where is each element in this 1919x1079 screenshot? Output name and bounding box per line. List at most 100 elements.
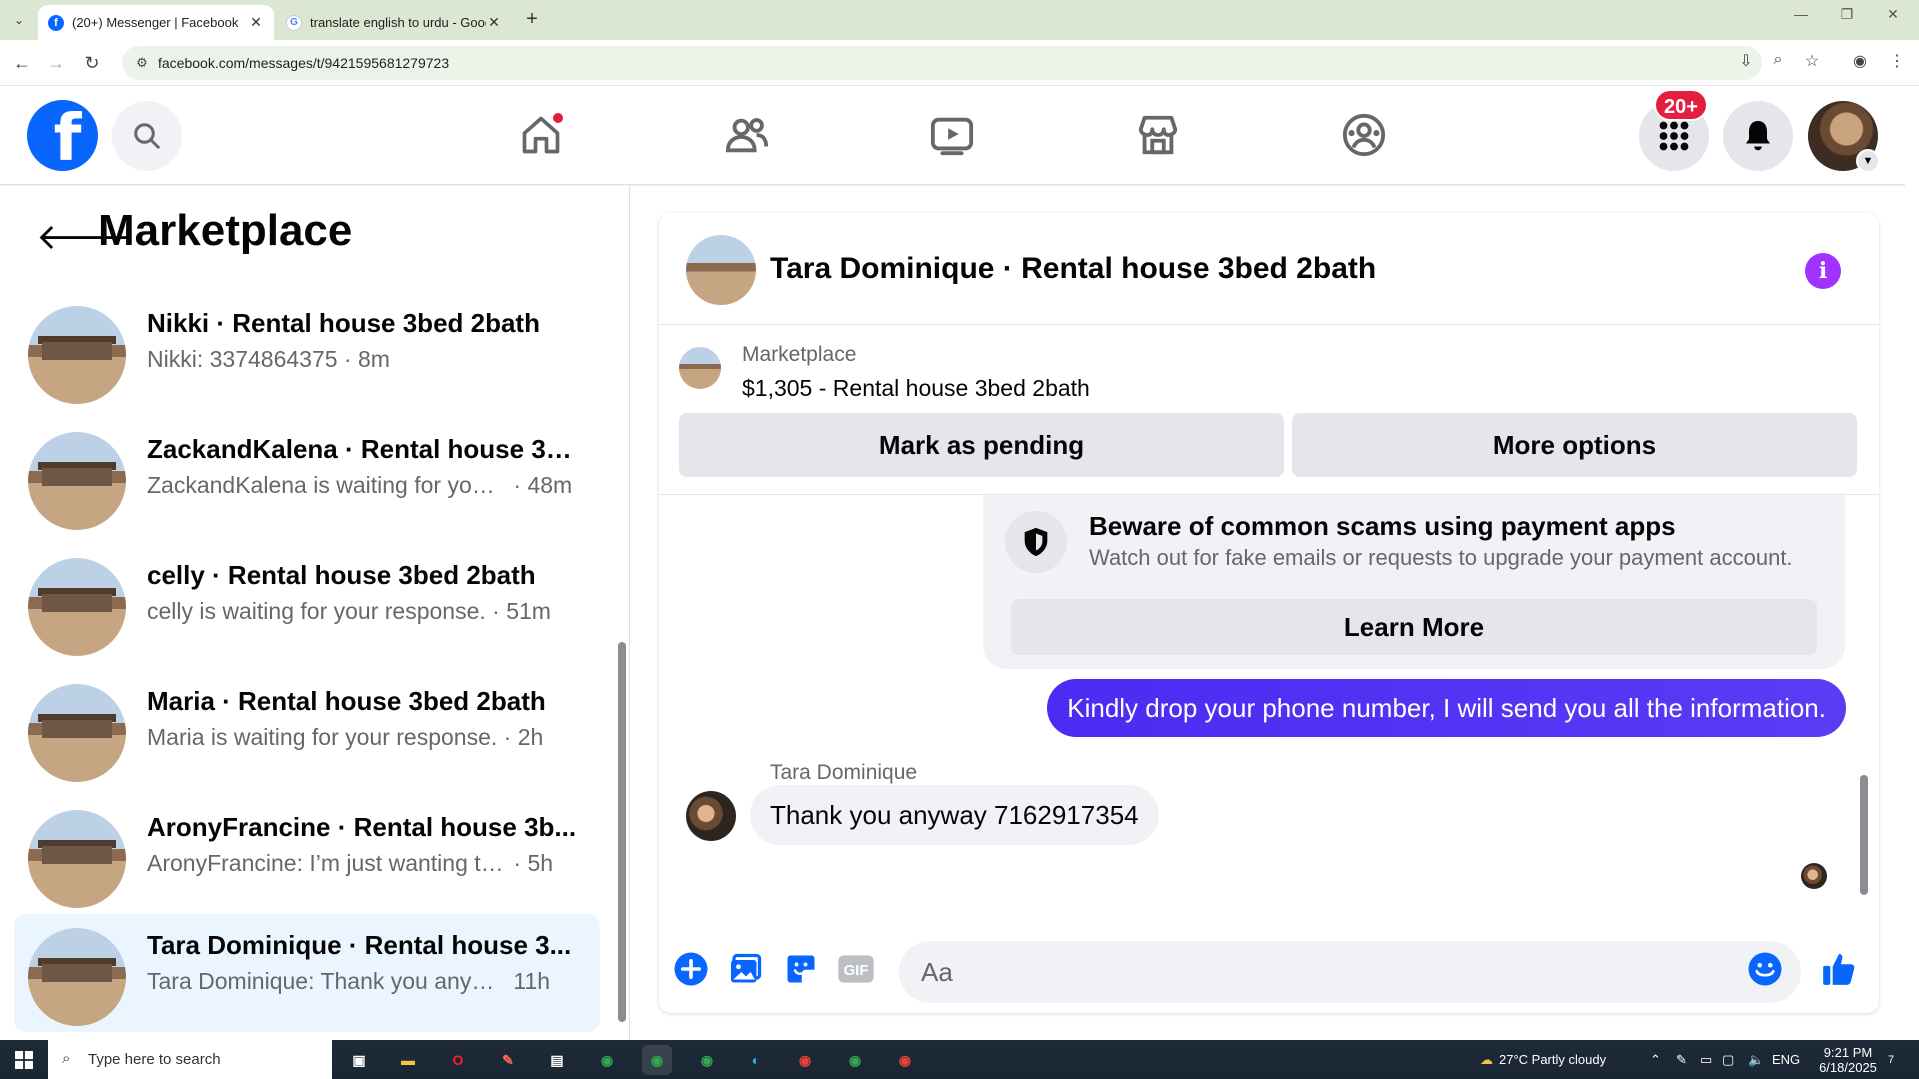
info-icon[interactable]: i: [1805, 253, 1841, 289]
windows-start-icon[interactable]: [0, 1040, 48, 1079]
sidebar-scrollbar[interactable]: [616, 256, 626, 1036]
chrome-icon[interactable]: ◉: [692, 1045, 722, 1075]
more-options-button[interactable]: More options: [1292, 413, 1857, 477]
chat-scrollbar-thumb[interactable]: [1860, 775, 1868, 895]
sidebar-title: Marketplace: [98, 206, 353, 255]
bookmark-star-icon[interactable]: ☆: [1800, 51, 1824, 71]
seen-receipt-avatar: [1801, 863, 1827, 889]
conversation-preview: Maria is waiting for your response. · 2h: [147, 724, 543, 751]
browser-tab-translate[interactable]: G translate english to urdu - Goog ✕: [276, 5, 512, 40]
conversation-item[interactable]: ZackandKalena · Rental house 3b... Zacka…: [14, 418, 600, 536]
sticker-icon[interactable]: [781, 949, 821, 989]
reload-icon[interactable]: ↻: [80, 51, 104, 75]
sidebar-scrollbar-thumb[interactable]: [618, 642, 626, 1022]
listing-avatar: [28, 558, 126, 656]
network-icon[interactable]: ▢: [1722, 1040, 1734, 1079]
notifications-button[interactable]: [1723, 101, 1793, 171]
sender-avatar[interactable]: [686, 791, 736, 841]
page-scrollbar[interactable]: [1905, 87, 1919, 1040]
back-icon[interactable]: ←: [10, 51, 34, 75]
chrome-icon[interactable]: ◉: [790, 1045, 820, 1075]
browser-tab-messenger[interactable]: f (20+) Messenger | Facebook ✕: [38, 5, 274, 40]
chat-listing-avatar[interactable]: [686, 235, 756, 305]
notepad-icon[interactable]: ▤: [542, 1045, 572, 1075]
close-tab-icon[interactable]: ✕: [486, 14, 502, 31]
preview-time: · 51m: [492, 598, 551, 624]
conversation-preview: Tara Dominique: Thank you anyway... 11h: [147, 968, 550, 995]
address-bar[interactable]: ⚙ facebook.com/messages/t/94215956812797…: [122, 46, 1762, 80]
show-hidden-icons-chevron-icon[interactable]: ⌃: [1650, 1040, 1661, 1079]
conversation-preview: Nikki: 3374864375 · 8m: [147, 346, 390, 373]
learn-more-button[interactable]: Learn More: [1011, 599, 1817, 655]
conversation-preview: celly is waiting for your response. · 51…: [147, 598, 551, 625]
preview-text: ZackandKalena is waiting for your ...: [147, 472, 507, 498]
conversation-name: celly · Rental house 3bed 2bath: [147, 560, 536, 590]
message-thread: Beware of common scams using payment app…: [659, 495, 1879, 925]
close-tab-icon[interactable]: ✕: [248, 14, 264, 31]
svg-text:GIF: GIF: [844, 962, 869, 979]
edge-icon[interactable]: ◐: [741, 1045, 771, 1075]
weather-widget[interactable]: ☁ 27°C Partly cloudy: [1480, 1040, 1606, 1079]
close-window-icon[interactable]: ✕: [1870, 6, 1916, 23]
conversation-item[interactable]: celly · Rental house 3bed 2bath celly is…: [14, 544, 600, 662]
more-actions-plus-icon[interactable]: [671, 949, 711, 989]
conversation-preview: ZackandKalena is waiting for your ... · …: [147, 472, 572, 499]
preview-text: AronyFrancine: I’m just wanting to k...: [147, 850, 507, 876]
conversation-item[interactable]: Maria · Rental house 3bed 2bath Maria is…: [14, 670, 600, 788]
chrome-icon[interactable]: ◉: [592, 1045, 622, 1075]
pen-icon[interactable]: ✎: [1676, 1040, 1687, 1079]
file-explorer-icon[interactable]: ▬: [393, 1045, 423, 1075]
nav-marketplace[interactable]: [1128, 105, 1188, 165]
chrome-icon[interactable]: ◉: [642, 1045, 672, 1075]
zoom-icon[interactable]: ⌕: [1766, 51, 1790, 69]
conversation-name: Nikki · Rental house 3bed 2bath: [147, 308, 540, 338]
thumbs-up-icon[interactable]: [1819, 949, 1859, 989]
tab-search-chevron-icon[interactable]: ⌄: [6, 8, 32, 32]
volume-icon[interactable]: 🔈: [1748, 1040, 1764, 1079]
profile-icon[interactable]: ◉: [1848, 51, 1872, 71]
account-chevron-down-icon[interactable]: ▼: [1856, 149, 1880, 173]
notification-count: 7: [1888, 1053, 1895, 1066]
forward-icon[interactable]: →: [44, 51, 68, 75]
task-view-icon[interactable]: ▣: [344, 1045, 374, 1075]
listing-title[interactable]: $1,305 - Rental house 3bed 2bath: [742, 375, 1090, 402]
input-language[interactable]: ENG: [1772, 1040, 1800, 1079]
install-app-icon[interactable]: ⇩: [1734, 51, 1758, 71]
facebook-logo-icon[interactable]: f: [27, 100, 98, 171]
chrome-icon[interactable]: ◉: [840, 1045, 870, 1075]
conversation-item[interactable]: AronyFrancine · Rental house 3b... Arony…: [14, 796, 600, 914]
nav-friends[interactable]: [717, 105, 777, 165]
clock-time: 9:21 PM: [1823, 1044, 1873, 1060]
chat-scrollbar[interactable]: [1859, 495, 1869, 915]
clock[interactable]: 9:21 PM 6/18/2025: [1808, 1040, 1888, 1079]
message-input[interactable]: [899, 941, 1801, 1003]
meet-now-icon[interactable]: ▭: [1700, 1040, 1712, 1079]
taskbar-search-box[interactable]: ⌕ Type here to search: [48, 1040, 332, 1079]
listing-avatar: [28, 306, 126, 404]
browser-menu-icon[interactable]: ⋮: [1885, 51, 1909, 71]
notification-center-icon[interactable]: 7: [1888, 1040, 1894, 1079]
emoji-icon[interactable]: [1745, 949, 1785, 989]
incoming-message[interactable]: Thank you anyway 7162917354: [750, 785, 1159, 845]
app-icon[interactable]: ✎: [493, 1045, 523, 1075]
gif-icon[interactable]: GIF: [836, 949, 876, 989]
nav-watch[interactable]: [922, 105, 982, 165]
chat-title[interactable]: Tara Dominique · Rental house 3bed 2bath: [770, 252, 1376, 286]
mark-as-pending-button[interactable]: Mark as pending: [679, 413, 1284, 477]
minimize-window-icon[interactable]: —: [1778, 6, 1824, 22]
nav-groups[interactable]: [1334, 105, 1394, 165]
site-info-icon[interactable]: ⚙: [130, 55, 154, 71]
conversation-item-selected[interactable]: Tara Dominique · Rental house 3... Tara …: [14, 914, 600, 1032]
opera-icon[interactable]: O: [443, 1045, 473, 1075]
attach-photo-icon[interactable]: [726, 949, 766, 989]
restore-window-icon[interactable]: ❐: [1824, 6, 1870, 23]
outgoing-message[interactable]: Kindly drop your phone number, I will se…: [1047, 679, 1846, 737]
groups-icon: [1342, 113, 1386, 157]
listing-thumbnail[interactable]: [679, 347, 721, 389]
nav-home[interactable]: [511, 105, 571, 165]
preview-text: celly is waiting for your response.: [147, 598, 486, 624]
new-tab-button[interactable]: +: [520, 8, 544, 32]
chrome-icon[interactable]: ◉: [890, 1045, 920, 1075]
search-button[interactable]: [112, 101, 182, 171]
conversation-item[interactable]: Nikki · Rental house 3bed 2bath Nikki: 3…: [14, 292, 600, 410]
